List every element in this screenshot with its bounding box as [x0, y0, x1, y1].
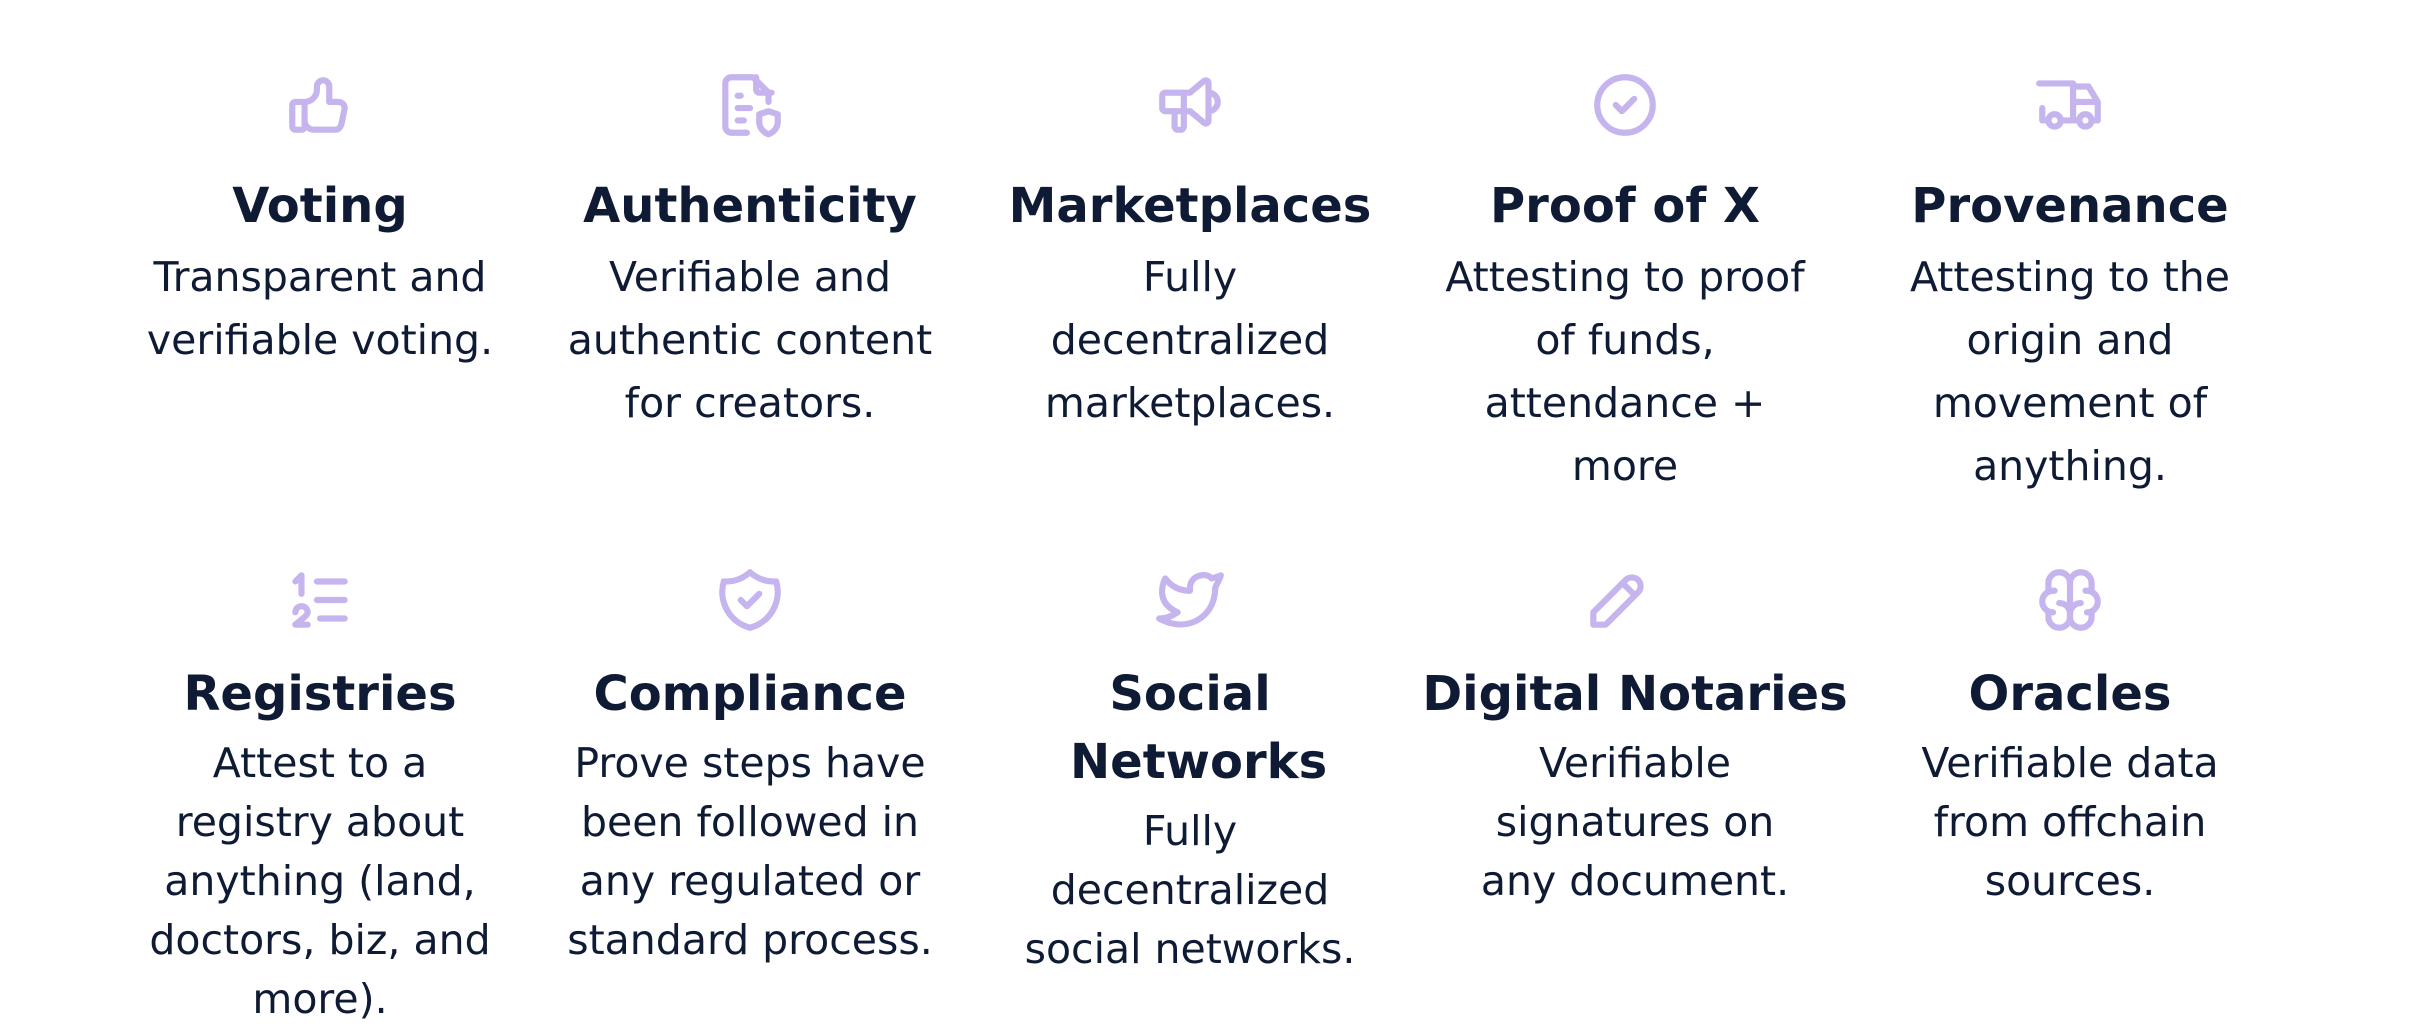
feature-description: Fully decentralized marketplaces.: [1044, 253, 1336, 427]
shield-check-icon: [713, 563, 787, 637]
truck-icon: [2033, 68, 2107, 142]
feature-description: Attesting to proof of funds, attendance …: [1445, 253, 1805, 490]
feature-title: Proof of X: [1490, 178, 1760, 234]
feature-description: Prove steps have been followed in any re…: [567, 739, 933, 964]
feature-title: Oracles: [1968, 666, 2172, 722]
pencil-icon: [1581, 563, 1655, 637]
document-shield-icon: [713, 68, 787, 142]
feature-title: Marketplaces: [1008, 178, 1372, 234]
feature-title: Social Networks: [1070, 666, 1328, 790]
brain-icon: [2033, 563, 2107, 637]
feature-title: Voting: [232, 178, 408, 234]
feature-description: Verifiable data from offchain sources.: [1921, 739, 2219, 905]
feature-title: Digital Notaries: [1422, 666, 1848, 722]
megaphone-icon: [1153, 68, 1227, 142]
feature-description: Verifiable and authentic content for cre…: [567, 253, 933, 427]
feature-title: Registries: [183, 666, 457, 722]
thumbs-up-icon: [283, 68, 357, 142]
feature-description: Transparent and verifiable voting.: [146, 253, 494, 364]
feature-title: Authenticity: [583, 178, 917, 234]
numbered-list-icon: [283, 563, 357, 637]
check-circle-icon: [1588, 68, 1662, 142]
feature-description: Fully decentralized social networks.: [1024, 807, 1356, 973]
feature-description: Verifiable signatures on any document.: [1480, 739, 1790, 905]
twitter-bird-icon: [1153, 563, 1227, 637]
feature-title: Compliance: [593, 666, 907, 722]
feature-description: Attest to a registry about anything (lan…: [149, 739, 491, 1023]
feature-description: Attesting to the origin and movement of …: [1909, 253, 2231, 490]
feature-title: Provenance: [1911, 178, 2229, 234]
